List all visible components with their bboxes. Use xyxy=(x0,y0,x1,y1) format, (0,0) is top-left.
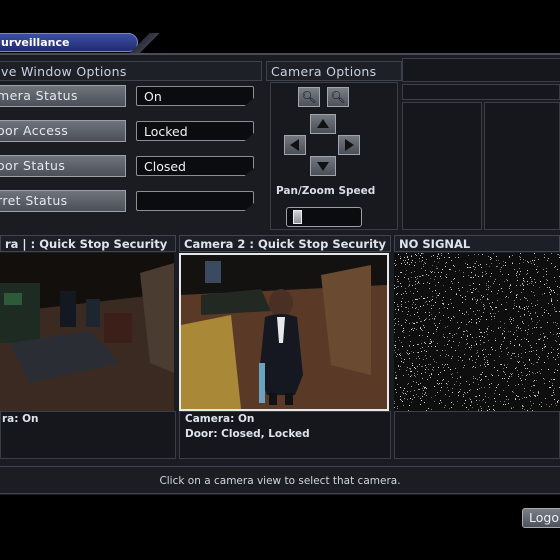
arrow-down-icon xyxy=(317,162,329,171)
camera-3-view[interactable] xyxy=(394,253,560,411)
arrow-up-icon xyxy=(317,119,329,128)
live-window-options-title: ve Window Options xyxy=(1,64,127,79)
camera-options-title: Camera Options xyxy=(271,64,377,79)
camera-status-value[interactable]: On xyxy=(136,86,254,106)
logout-button[interactable]: Logo xyxy=(522,508,560,528)
camera-1-view[interactable] xyxy=(0,253,174,411)
window-title: urveillance xyxy=(1,36,70,49)
camera-2-status: Camera: On xyxy=(185,413,255,425)
pan-left-button[interactable] xyxy=(284,135,306,155)
camera-3-title[interactable]: NO SIGNAL xyxy=(394,235,560,252)
camera-2-feed xyxy=(181,255,387,409)
camera-1-title[interactable]: ra | : Quick Stop Security xyxy=(0,235,176,252)
camera-2-title[interactable]: Camera 2 : Quick Stop Security xyxy=(179,235,391,252)
deco-panel-right xyxy=(484,102,560,230)
camera-2-door: Door: Closed, Locked xyxy=(185,428,310,440)
camera-1-feed xyxy=(0,253,174,411)
camera-1-status: ra: On xyxy=(2,413,39,425)
window-title-tab: urveillance xyxy=(0,33,138,52)
camera-3-info-panel xyxy=(394,411,560,459)
deco-panel-strip xyxy=(402,84,560,100)
status-hint: Click on a camera view to select that ca… xyxy=(159,475,401,487)
turret-status-value[interactable] xyxy=(136,191,254,211)
live-window-options-header: ve Window Options xyxy=(0,61,262,81)
arrow-left-icon xyxy=(290,139,299,151)
door-access-value[interactable]: Locked xyxy=(136,121,254,141)
slider-knob[interactable] xyxy=(293,210,302,224)
pan-right-button[interactable] xyxy=(338,135,360,155)
status-bar: Click on a camera view to select that ca… xyxy=(0,466,560,494)
turret-status-label[interactable]: rret Status xyxy=(0,190,126,212)
pan-down-button[interactable] xyxy=(310,156,336,176)
deco-panel-left xyxy=(402,102,482,230)
pan-up-button[interactable] xyxy=(310,114,336,134)
zoom-in-button[interactable]: 🔍︎ xyxy=(298,87,320,107)
camera-options-header: Camera Options xyxy=(266,61,402,81)
zoom-out-button[interactable]: 🔍︎ xyxy=(327,87,349,107)
arrow-right-icon xyxy=(345,139,354,151)
no-signal-static xyxy=(394,253,560,411)
deco-panel-top xyxy=(402,58,560,82)
pan-zoom-speed-label: Pan/Zoom Speed xyxy=(276,185,376,197)
magnifier-minus-icon: 🔍︎ xyxy=(330,90,346,104)
camera-2-view[interactable] xyxy=(179,253,389,411)
magnifier-plus-icon: 🔍︎ xyxy=(301,90,317,104)
door-status-label[interactable]: oor Status xyxy=(0,155,126,177)
camera-status-label[interactable]: mera Status xyxy=(0,85,126,107)
pan-zoom-speed-slider[interactable] xyxy=(286,207,362,227)
door-status-value[interactable]: Closed xyxy=(136,156,254,176)
tab-notch-decoration xyxy=(130,33,160,53)
door-access-label[interactable]: oor Access xyxy=(0,120,126,142)
